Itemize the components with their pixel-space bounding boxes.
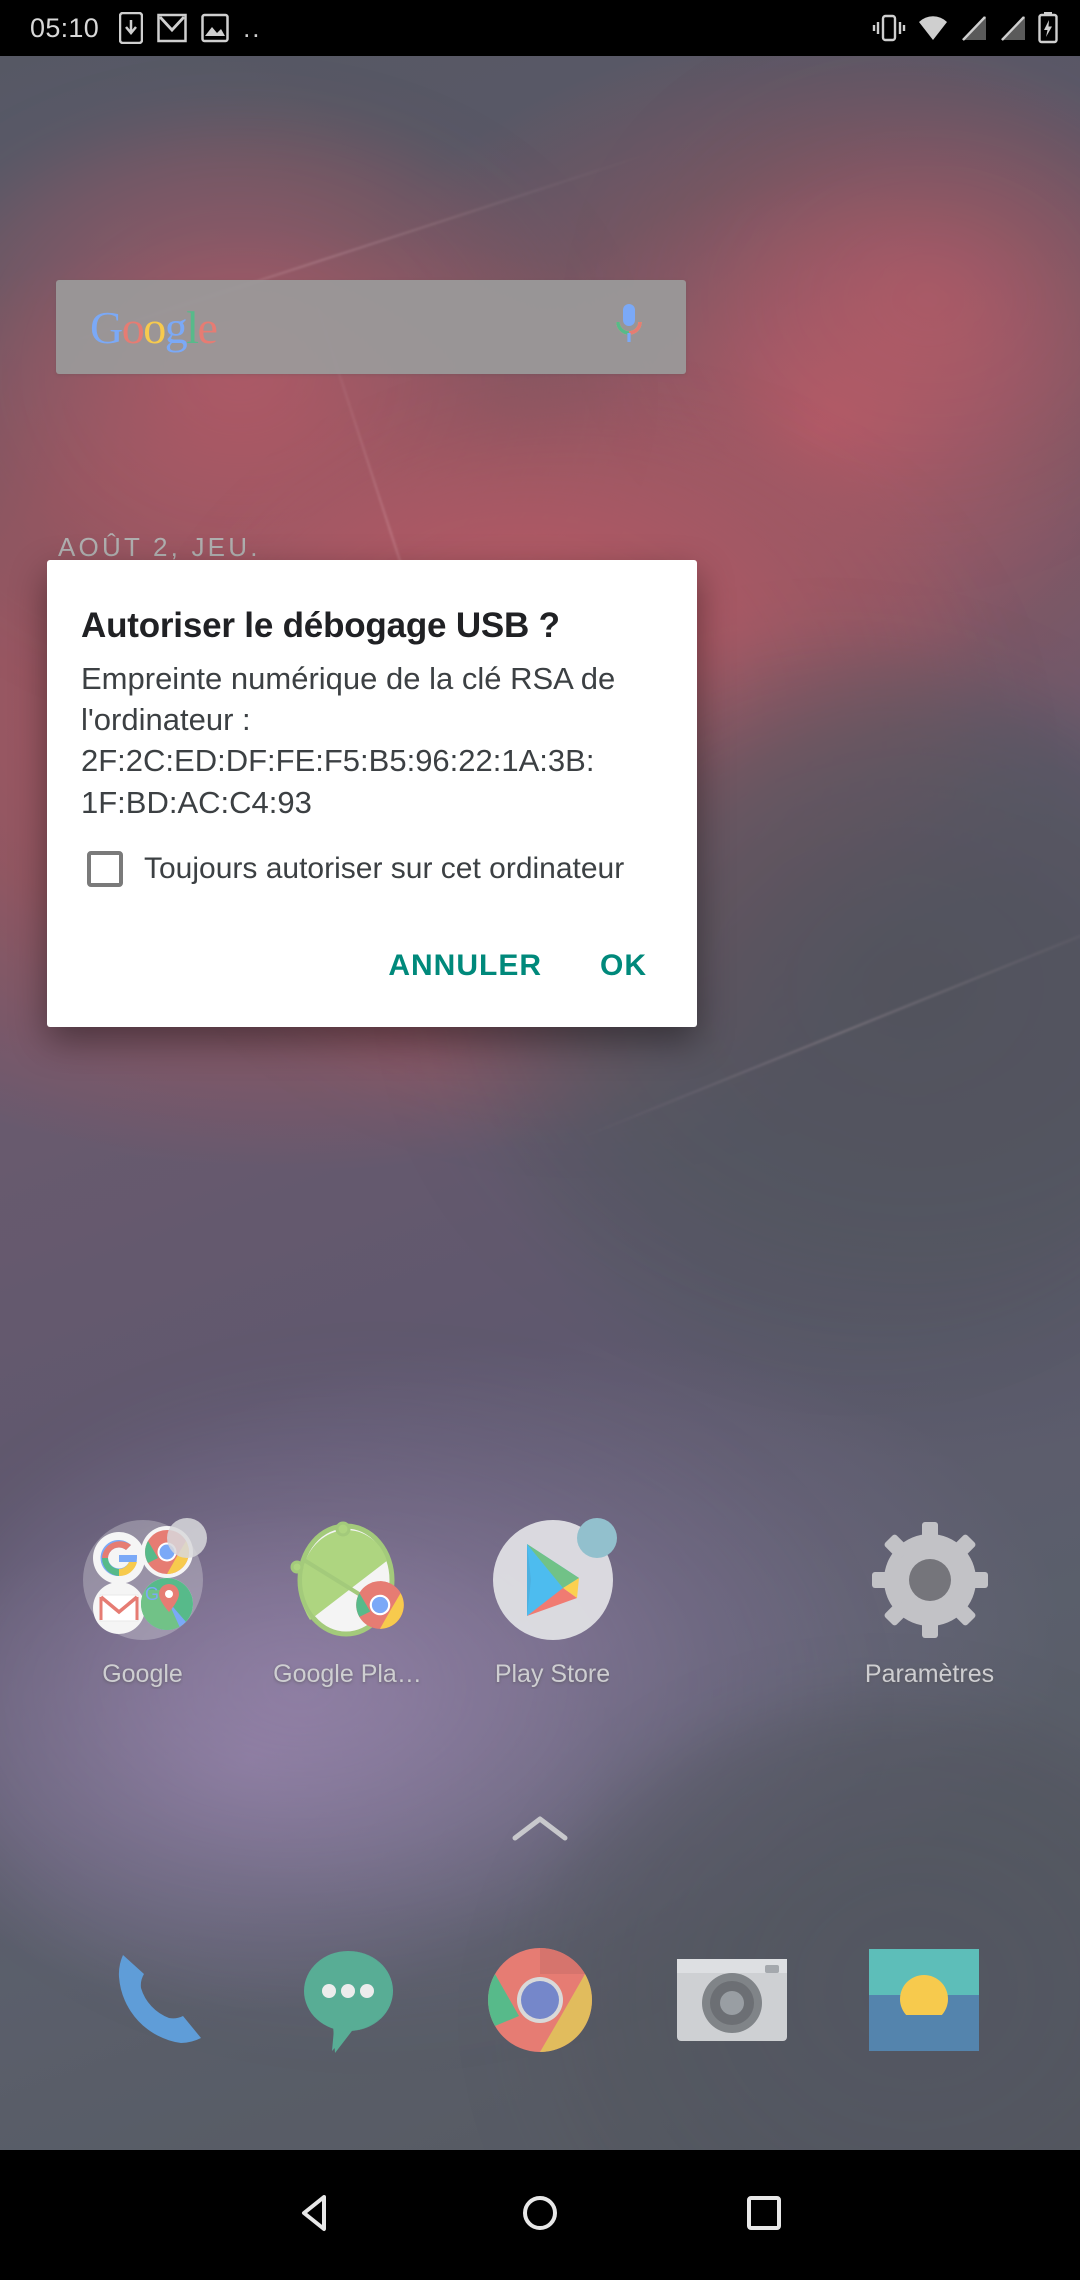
screenshot-image-icon: [201, 12, 229, 44]
home-circle-icon[interactable]: [518, 2191, 562, 2240]
rsa-fingerprint-line2: 1F:BD:AC:C4:93: [81, 784, 312, 820]
phone-screen: 05:10 .. Google AOÛT 2, JEU. G Google Go…: [0, 0, 1080, 2280]
status-bar-clock: 05:10: [30, 12, 100, 43]
navigation-bar: [0, 2150, 1080, 2280]
wifi-icon: [917, 14, 949, 42]
more-notifications-dots-icon: ..: [243, 13, 262, 43]
dialog-actions: ANNULER OK: [47, 887, 697, 1027]
battery-charging-icon: [1038, 12, 1058, 44]
gmail-icon: [157, 12, 187, 44]
vibrate-icon: [872, 12, 906, 44]
ok-button[interactable]: OK: [584, 939, 663, 993]
dialog-message-line2: l'ordinateur :: [81, 702, 251, 738]
recents-square-icon[interactable]: [742, 2191, 786, 2240]
dialog-title: Autoriser le débogage USB ?: [81, 606, 560, 645]
status-bar-notification-icons: ..: [119, 12, 261, 44]
usb-debugging-dialog: Autoriser le débogage USB ? Empreinte nu…: [47, 560, 697, 1027]
signal-no-sim-1-icon: [960, 14, 988, 42]
always-allow-checkbox[interactable]: [87, 850, 123, 887]
status-bar-system-icons: [872, 12, 1058, 44]
dialog-scrim-overlay[interactable]: [0, 0, 1080, 2280]
signal-no-sim-2-icon: [999, 14, 1027, 42]
always-allow-checkbox-row[interactable]: Toujours autoriser sur cet ordinateur: [47, 823, 697, 887]
back-triangle-icon[interactable]: [294, 2191, 338, 2240]
dialog-message-line1: Empreinte numérique de la clé RSA de: [81, 661, 616, 696]
rsa-fingerprint-line1: 2F:2C:ED:DF:FE:F5:B5:96:22:1A:3B:: [81, 743, 595, 779]
status-bar[interactable]: 05:10 ..: [0, 0, 1080, 56]
cancel-button[interactable]: ANNULER: [372, 939, 558, 993]
always-allow-checkbox-label: Toujours autoriser sur cet ordinateur: [144, 851, 625, 885]
dialog-message: Empreinte numérique de la clé RSA de l'o…: [47, 646, 697, 823]
download-icon: [119, 12, 144, 44]
